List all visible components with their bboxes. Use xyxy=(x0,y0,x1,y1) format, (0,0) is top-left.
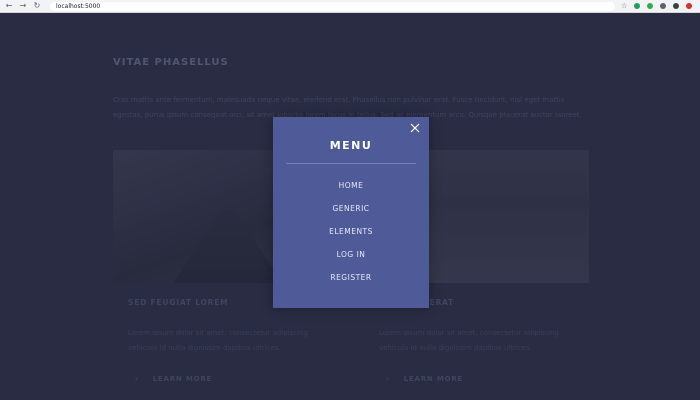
menu-title: MENU xyxy=(329,139,373,152)
extension-icon[interactable] xyxy=(660,3,667,9)
menu-item-home[interactable]: HOME xyxy=(273,180,429,203)
extension-icon[interactable] xyxy=(647,3,654,9)
arrow-right-icon[interactable]: → xyxy=(18,1,28,11)
extension-icon[interactable] xyxy=(686,3,693,9)
extension-icon[interactable] xyxy=(634,3,641,9)
menu-item-register[interactable]: REGISTER xyxy=(273,272,429,295)
reload-icon[interactable]: ↻ xyxy=(32,1,42,11)
menu-item-log-in[interactable]: LOG IN xyxy=(273,249,429,272)
close-icon[interactable] xyxy=(407,120,423,136)
menu-panel: MENU HOME GENERIC ELEMENTS LOG IN REGIST… xyxy=(273,117,429,308)
browser-toolbar: ← → ↻ localhost:5000 ☆ xyxy=(0,0,700,13)
address-bar[interactable]: localhost:5000 xyxy=(50,1,615,11)
menu-divider xyxy=(286,163,416,164)
profile-avatar[interactable] xyxy=(673,3,680,9)
menu-item-generic[interactable]: GENERIC xyxy=(273,203,429,226)
menu-item-elements[interactable]: ELEMENTS xyxy=(273,226,429,249)
arrow-left-icon[interactable]: ← xyxy=(4,1,14,11)
star-icon[interactable]: ☆ xyxy=(621,2,627,10)
menu-list: HOME GENERIC ELEMENTS LOG IN REGISTER xyxy=(273,180,429,295)
